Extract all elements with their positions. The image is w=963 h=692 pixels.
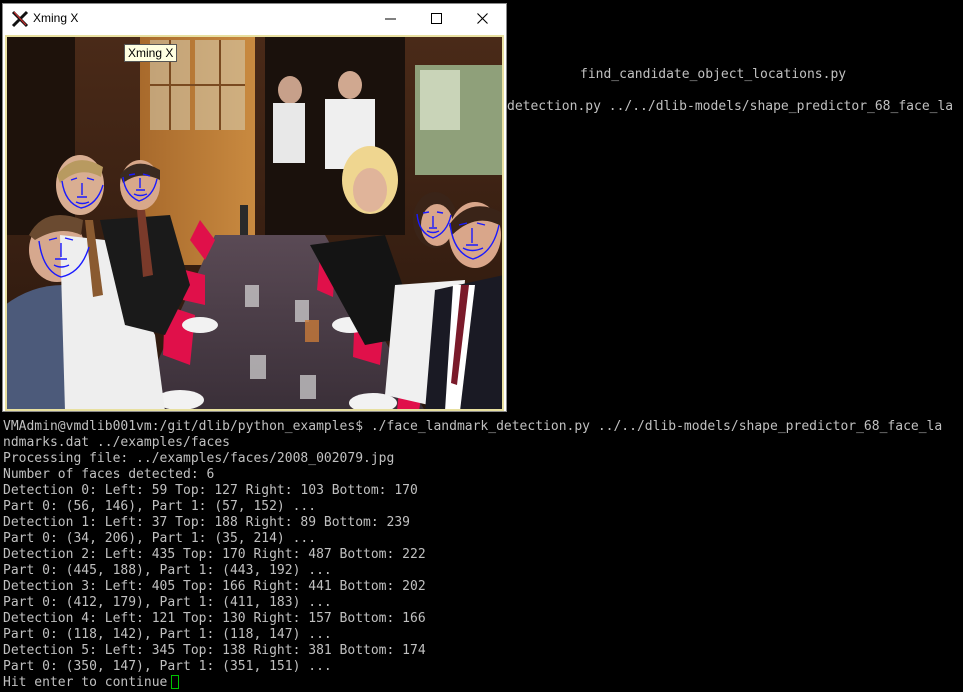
terminal-line: Detection 3: Left: 405 Top: 166 Right: 4… xyxy=(3,579,426,594)
terminal-line: Detection 5: Left: 345 Top: 138 Right: 3… xyxy=(3,643,426,658)
xming-window[interactable]: Xming X Xming X xyxy=(2,3,507,412)
terminal-partial-line: find_candidate_object_locations.py xyxy=(580,67,847,82)
xming-x-icon xyxy=(11,10,29,28)
terminal-line: ndmarks.dat ../examples/faces xyxy=(3,435,230,450)
terminal-line: Part 0: (34, 206), Part 1: (35, 214) ... xyxy=(3,531,317,546)
close-button[interactable] xyxy=(460,4,506,33)
terminal-line: Part 0: (118, 142), Part 1: (118, 147) .… xyxy=(3,627,332,642)
terminal-line: Part 0: (56, 146), Part 1: (57, 152) ... xyxy=(3,499,317,514)
terminal-cursor[interactable] xyxy=(171,675,179,689)
terminal-line: Detection 2: Left: 435 Top: 170 Right: 4… xyxy=(3,547,426,562)
image-canvas xyxy=(5,35,504,411)
terminal-prompt-line: Hit enter to continue xyxy=(3,675,168,690)
window-tooltip: Xming X xyxy=(124,44,178,62)
terminal-line: Detection 0: Left: 59 Top: 127 Right: 10… xyxy=(3,483,418,498)
minimize-button[interactable] xyxy=(368,4,414,33)
title-bar[interactable]: Xming X xyxy=(3,4,506,33)
maximize-button[interactable] xyxy=(414,4,460,33)
terminal-line: Processing file: ../examples/faces/2008_… xyxy=(3,451,395,466)
minimize-icon xyxy=(385,18,396,20)
dinner-photo xyxy=(5,35,504,411)
terminal-line: Number of faces detected: 6 xyxy=(3,467,215,482)
close-icon xyxy=(477,13,488,24)
maximize-icon xyxy=(431,13,442,24)
window-title: Xming X xyxy=(33,11,79,25)
terminal-line: Part 0: (445, 188), Part 1: (443, 192) .… xyxy=(3,563,332,578)
terminal-partial-line: detection.py ../../dlib-models/shape_pre… xyxy=(507,99,954,114)
terminal-line: Detection 4: Left: 121 Top: 130 Right: 1… xyxy=(3,611,426,626)
terminal-command-line: VMAdmin@vmdlib001vm:/git/dlib/python_exa… xyxy=(3,419,943,434)
terminal-line: Part 0: (350, 147), Part 1: (351, 151) .… xyxy=(3,659,332,674)
terminal-line: Part 0: (412, 179), Part 1: (411, 183) .… xyxy=(3,595,332,610)
terminal-line: Detection 1: Left: 37 Top: 188 Right: 89… xyxy=(3,515,410,530)
